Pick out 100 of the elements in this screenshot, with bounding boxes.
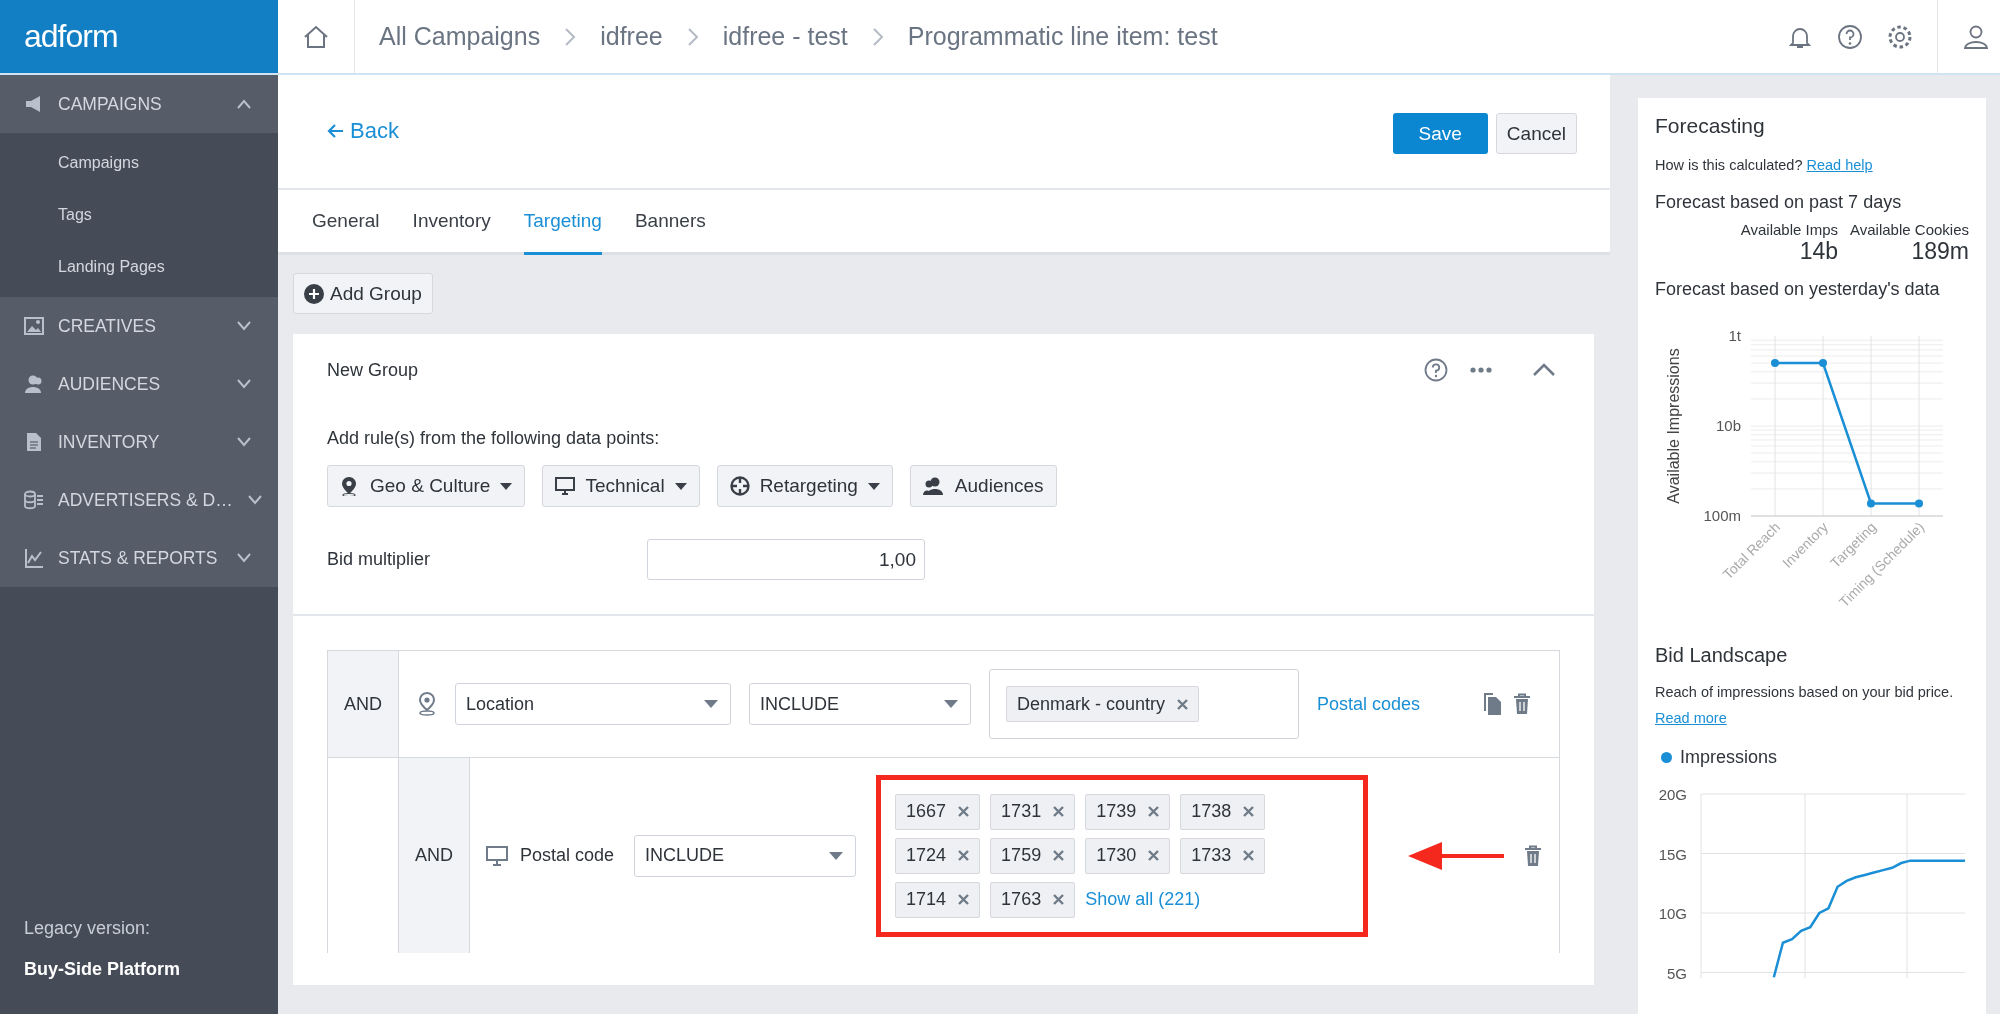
bid-multiplier-field[interactable]: 1,00	[647, 539, 925, 580]
chevron-right-icon	[686, 26, 699, 47]
breadcrumb-link[interactable]: idfree - test	[722, 22, 848, 51]
data-point-button[interactable]: Geo & Culture	[327, 465, 526, 507]
location-pin-icon	[417, 692, 437, 716]
sidebar-section-label: AUDIENCES	[58, 373, 162, 395]
settings-icon[interactable]	[1887, 23, 1913, 50]
section-heading: Forecast based on past 7 days	[1655, 192, 1903, 213]
close-icon[interactable]	[1148, 850, 1160, 861]
read-more-link[interactable]: Read more	[1655, 710, 1727, 726]
value-tag[interactable]: 1730	[1085, 837, 1171, 874]
value-tag[interactable]: 1714	[895, 881, 981, 918]
axis-tick-label: 1t	[1728, 327, 1741, 344]
caret-down-icon	[944, 700, 958, 708]
breadcrumb-link[interactable]: Programmatic line item: test	[907, 22, 1218, 51]
axis-tick-label: 20G	[1658, 786, 1687, 803]
sidebar-section[interactable]: CAMPAIGNS	[0, 75, 278, 133]
user-icon[interactable]	[1963, 23, 1989, 50]
chevron-up-icon[interactable]	[1532, 363, 1556, 377]
value-tag[interactable]: 1731	[990, 793, 1076, 830]
sidebar-section-label: ADVERTISERS & D…	[58, 489, 233, 511]
legend-label: Impressions	[1680, 747, 1778, 768]
value-tag[interactable]: 1667	[895, 793, 981, 830]
tab[interactable]: Inventory	[412, 190, 491, 255]
sidebar-item[interactable]: Landing Pages	[0, 241, 278, 293]
sidebar-section[interactable]: ADVERTISERS & D…	[0, 471, 278, 529]
description-text: Reach of impressions based on your bid price. Read more	[1655, 683, 1955, 728]
connector-label: AND	[328, 651, 399, 757]
back-link[interactable]: Back	[326, 118, 399, 144]
close-icon[interactable]	[958, 806, 970, 817]
data-point-button[interactable]: Technical	[542, 465, 700, 507]
logo[interactable]: adform	[0, 0, 278, 73]
close-icon[interactable]	[1053, 806, 1065, 817]
monitor-icon	[486, 845, 508, 866]
data-point	[1819, 359, 1827, 367]
help-icon[interactable]	[1837, 23, 1863, 50]
dropdown[interactable]: Location	[455, 683, 731, 725]
value-tag[interactable]: 1759	[990, 837, 1076, 874]
trash-icon[interactable]	[1513, 693, 1531, 715]
value-tag[interactable]: 1733	[1180, 837, 1266, 874]
tab[interactable]: Targeting	[523, 190, 602, 255]
close-icon[interactable]	[958, 894, 970, 905]
trash-icon[interactable]	[1524, 844, 1543, 867]
group-title: New Group	[327, 359, 419, 381]
sidebar-section-label: STATS & REPORTS	[58, 547, 219, 569]
stat-value: 189m	[1910, 238, 1969, 265]
home-icon[interactable]	[303, 24, 329, 49]
sidebar-section[interactable]: INVENTORY	[0, 413, 278, 471]
value-tag[interactable]: 1739	[1085, 793, 1171, 830]
close-icon[interactable]	[1243, 850, 1255, 861]
breadcrumb-link[interactable]: idfree	[600, 22, 663, 51]
data-point-button[interactable]: Retargeting	[716, 465, 893, 507]
section-icon	[24, 374, 44, 394]
sidebar-section[interactable]: STATS & REPORTS	[0, 529, 278, 587]
close-icon[interactable]	[1053, 894, 1065, 905]
tab[interactable]: Banners	[634, 190, 706, 255]
sidebar-section[interactable]: AUDIENCES	[0, 355, 278, 413]
show-all-link[interactable]: Show all (221)	[1085, 889, 1266, 910]
data-point-icon	[729, 476, 750, 496]
dropdown[interactable]: INCLUDE	[749, 683, 971, 725]
plus-circle-icon	[304, 283, 324, 304]
axis-tick-label: 10b	[1715, 417, 1741, 434]
section-icon	[24, 316, 44, 336]
data-point-icon	[555, 476, 576, 496]
sidebar-item[interactable]: Campaigns	[0, 137, 278, 189]
tab[interactable]: General	[312, 190, 380, 255]
save-button[interactable]: Save	[1392, 113, 1488, 154]
axis-title: Available Impressions	[1665, 348, 1682, 504]
close-icon[interactable]	[1148, 806, 1160, 817]
chevron-right-icon	[564, 26, 577, 47]
axis-tick-label: 5G	[1667, 964, 1687, 979]
sidebar-section[interactable]: CREATIVES	[0, 297, 278, 355]
postal-codes-link[interactable]: Postal codes	[1317, 693, 1421, 715]
data-point	[1867, 499, 1875, 508]
more-icon[interactable]	[1470, 367, 1492, 373]
close-icon[interactable]	[1243, 806, 1255, 817]
value-tag[interactable]: 1763	[990, 881, 1076, 918]
breadcrumb-link[interactable]: All Campaigns	[379, 22, 541, 51]
value-tag[interactable]: Denmark - country	[1006, 686, 1200, 722]
legacy-link[interactable]: Buy-Side Platform	[24, 959, 254, 980]
data-point-icon	[922, 476, 945, 496]
data-point-button[interactable]: Audiences	[909, 465, 1057, 507]
stat-value: 14b	[1798, 238, 1839, 265]
close-icon[interactable]	[1053, 850, 1065, 861]
close-icon[interactable]	[958, 850, 970, 861]
value-tag[interactable]: 1738	[1180, 793, 1266, 830]
copy-icon[interactable]	[1483, 692, 1503, 716]
help-icon[interactable]	[1424, 358, 1448, 382]
add-group-button[interactable]: Add Group	[293, 273, 433, 314]
value-tag[interactable]: 1724	[895, 837, 981, 874]
read-help-link[interactable]: Read help	[1806, 157, 1873, 173]
cancel-button[interactable]: Cancel	[1495, 113, 1577, 154]
axis-tick-label: 10G	[1658, 905, 1687, 922]
values-field[interactable]: Denmark - country	[989, 669, 1299, 739]
sidebar-item[interactable]: Tags	[0, 189, 278, 241]
axis-tick-label: 15G	[1658, 845, 1687, 863]
sidebar-section-label: CAMPAIGNS	[58, 93, 163, 115]
dropdown[interactable]: INCLUDE	[634, 834, 857, 877]
close-icon[interactable]	[1177, 698, 1189, 710]
rule-field-label: Postal code	[520, 845, 615, 866]
